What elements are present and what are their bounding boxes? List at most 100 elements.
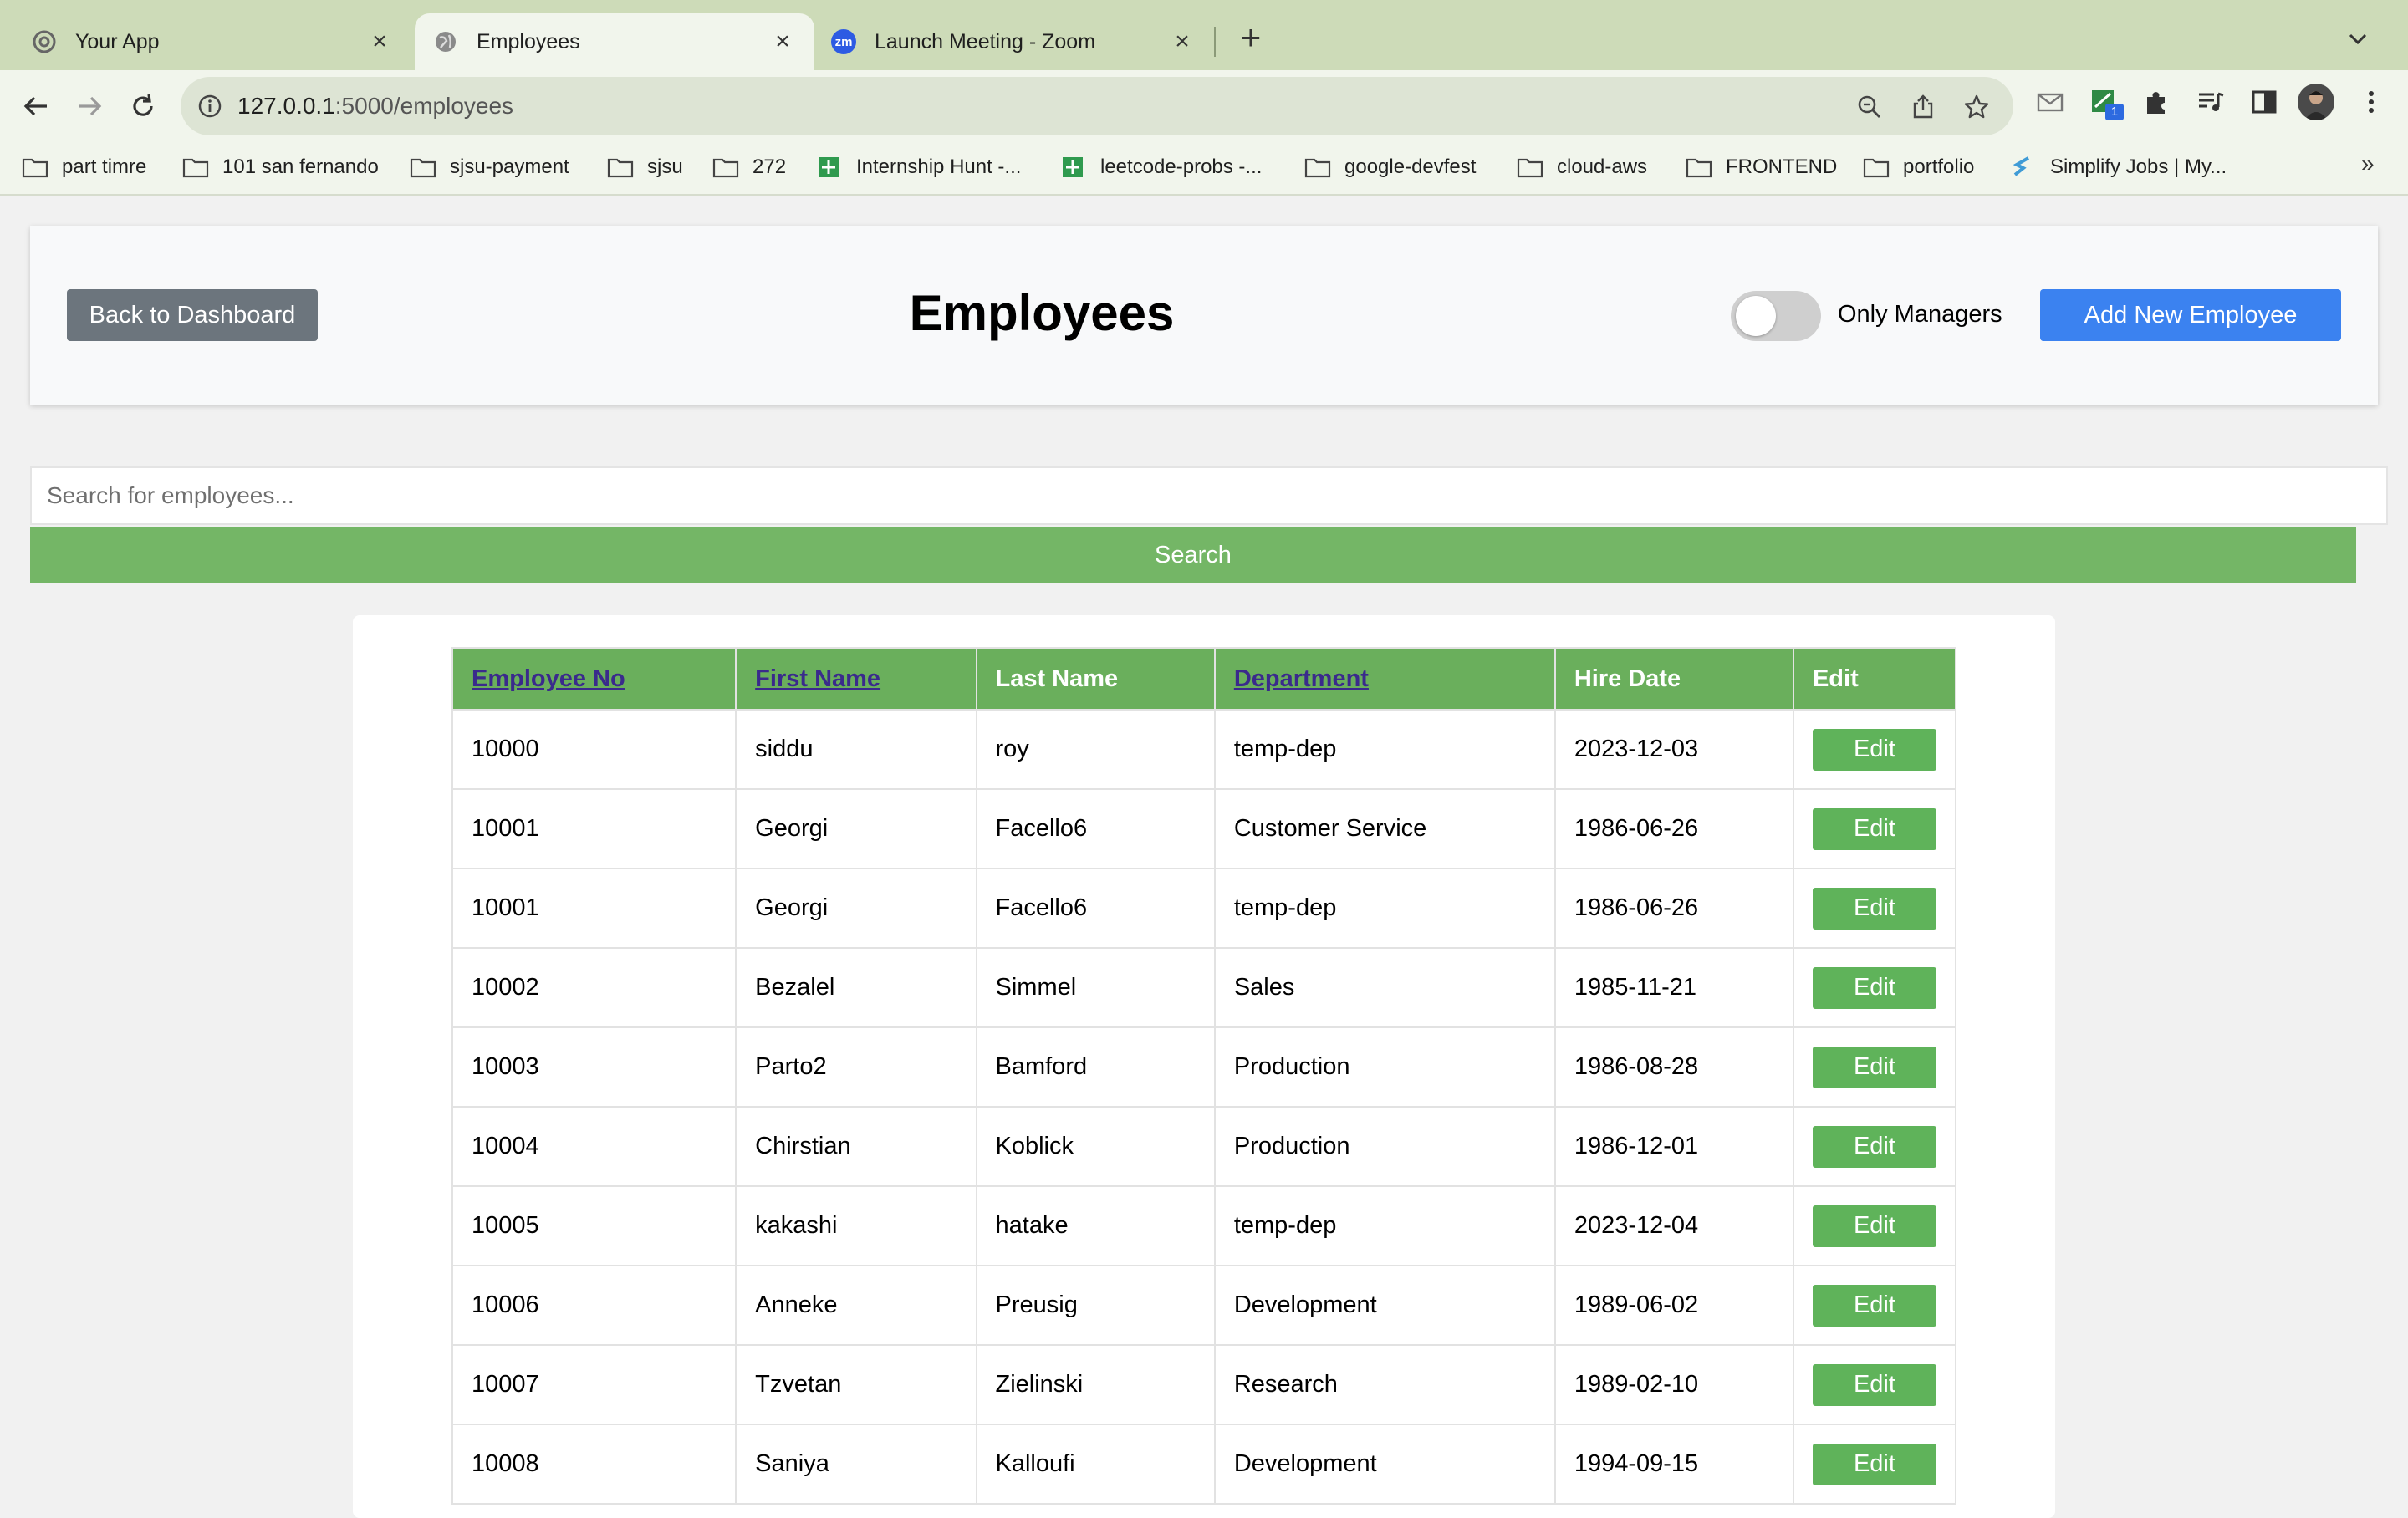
first-name-cell: Tzvetan xyxy=(735,1344,977,1425)
edit-button[interactable]: Edit xyxy=(1812,1363,1936,1406)
bookmark-sjsu[interactable]: sjsu xyxy=(607,152,683,182)
edit-button[interactable]: Edit xyxy=(1812,1046,1936,1088)
sheets-extension-icon[interactable]: 1 xyxy=(2089,87,2124,120)
bookmark-label: Internship Hunt -... xyxy=(856,155,1022,178)
media-playlist-icon[interactable] xyxy=(2196,87,2226,117)
url-text: 127.0.0.1:5000/employees xyxy=(237,93,513,120)
department-cell: temp-dep xyxy=(1213,1185,1556,1266)
edit-cell: Edit xyxy=(1792,788,1957,869)
hire-date-cell: 1986-12-01 xyxy=(1553,1106,1794,1187)
site-info-icon[interactable] xyxy=(197,94,222,119)
bookmark-cloud-aws[interactable]: cloud-aws xyxy=(1517,152,1647,182)
tab-your-app[interactable]: Your App × xyxy=(0,13,411,70)
folder-icon xyxy=(1304,158,1331,178)
zoom-magnifier-icon[interactable] xyxy=(1856,94,1883,120)
column-header-department[interactable]: Department xyxy=(1213,647,1556,711)
search-button[interactable]: Search xyxy=(30,527,2356,583)
bookmark-internship-hunt[interactable]: Internship Hunt -... xyxy=(816,152,1021,182)
back-arrow-icon[interactable] xyxy=(17,87,55,125)
edit-button[interactable]: Edit xyxy=(1812,887,1936,930)
bookmarks-overflow-chevron-icon[interactable]: » xyxy=(2361,150,2375,177)
profile-avatar[interactable] xyxy=(2298,84,2334,120)
hire-date-cell: 1986-06-26 xyxy=(1553,868,1794,949)
bookmark-272[interactable]: 272 xyxy=(712,152,786,182)
tab-title: Launch Meeting - Zoom xyxy=(875,29,1096,53)
first-name-cell: Chirstian xyxy=(735,1106,977,1187)
last-name-cell: Simmel xyxy=(975,947,1216,1028)
bookmark-simplify-jobs[interactable]: Simplify Jobs | My... xyxy=(2010,152,2227,182)
employee-no-cell: 10002 xyxy=(451,947,737,1028)
folder-icon xyxy=(410,158,436,178)
employee-no-cell: 10001 xyxy=(451,788,737,869)
address-bar[interactable]: 127.0.0.1:5000/employees xyxy=(181,77,2013,135)
sheets-icon xyxy=(819,157,839,177)
sort-link-first-name[interactable]: First Name xyxy=(755,665,880,692)
table-row: 10005 kakashi hatake temp-dep 2023-12-04 Edit xyxy=(451,1185,1957,1266)
edit-button[interactable]: Edit xyxy=(1812,807,1936,850)
bookmark-leetcode-probs[interactable]: leetcode-probs -... xyxy=(1060,152,1262,182)
last-name-cell: Koblick xyxy=(975,1106,1216,1187)
department-cell: Development xyxy=(1213,1424,1556,1505)
first-name-cell: Anneke xyxy=(735,1265,977,1346)
edit-button[interactable]: Edit xyxy=(1812,1443,1936,1485)
browser-tabstrip: Your App × Employees × zm Launch Meeting… xyxy=(0,0,2408,70)
edit-cell: Edit xyxy=(1792,868,1957,949)
last-name-cell: Zielinski xyxy=(975,1344,1216,1425)
bookmark-101-san-fernando[interactable]: 101 san fernando xyxy=(182,152,379,182)
column-header-first-name[interactable]: First Name xyxy=(735,647,977,711)
tab-zoom-meeting[interactable]: zm Launch Meeting - Zoom × xyxy=(814,13,1214,70)
page-title: Employees xyxy=(909,285,1175,341)
add-new-employee-button[interactable]: Add New Employee xyxy=(2040,289,2341,341)
bookmark-star-icon[interactable] xyxy=(1963,94,1990,120)
new-tab-icon[interactable]: + xyxy=(1234,20,1268,55)
back-to-dashboard-button[interactable]: Back to Dashboard xyxy=(67,289,318,341)
edit-button[interactable]: Edit xyxy=(1812,728,1936,771)
forward-arrow-icon[interactable] xyxy=(70,87,109,125)
tab-title: Employees xyxy=(477,29,580,53)
bookmark-frontend[interactable]: FRONTEND xyxy=(1686,152,1837,182)
employee-no-cell: 10004 xyxy=(451,1106,737,1187)
last-name-cell: Facello6 xyxy=(975,868,1216,949)
sheets-icon xyxy=(1063,157,1083,177)
globe-icon xyxy=(433,29,458,54)
column-header-employee-no[interactable]: Employee No xyxy=(451,647,737,711)
tab-search-chevron-icon[interactable] xyxy=(2343,23,2373,53)
close-tab-icon[interactable]: × xyxy=(1169,28,1196,55)
only-managers-label: Only Managers xyxy=(1838,301,2002,328)
share-icon[interactable] xyxy=(1910,94,1936,120)
search-input[interactable] xyxy=(30,466,2388,525)
first-name-cell: Parto2 xyxy=(735,1026,977,1108)
bookmark-label: portfolio xyxy=(1903,155,1975,178)
chrome-settings-icon xyxy=(32,29,57,54)
puzzle-extensions-icon[interactable] xyxy=(2142,87,2172,117)
last-name-cell: Kalloufi xyxy=(975,1424,1216,1505)
edit-button[interactable]: Edit xyxy=(1812,1125,1936,1168)
table-row: 10002 Bezalel Simmel Sales 1985-11-21 Edit xyxy=(451,947,1957,1028)
kebab-menu-icon[interactable] xyxy=(2356,87,2386,117)
only-managers-toggle[interactable] xyxy=(1731,291,1821,341)
close-tab-icon[interactable]: × xyxy=(769,28,796,55)
column-header-last-name: Last Name xyxy=(975,647,1216,711)
employees-table-body: 10000 siddu roy temp-dep 2023-12-03 Edit 10001… xyxy=(451,709,1957,1505)
tab-employees[interactable]: Employees × xyxy=(415,13,814,70)
edit-button[interactable]: Edit xyxy=(1812,966,1936,1009)
employee-no-cell: 10008 xyxy=(451,1424,737,1505)
first-name-cell: Saniya xyxy=(735,1424,977,1505)
reload-icon[interactable] xyxy=(124,87,162,125)
edit-button[interactable]: Edit xyxy=(1812,1284,1936,1327)
bookmark-google-devfest[interactable]: google-devfest xyxy=(1304,152,1476,182)
sort-link-department[interactable]: Department xyxy=(1234,665,1369,692)
zoom-badge: zm xyxy=(831,29,856,54)
employee-no-cell: 10005 xyxy=(451,1185,737,1266)
edit-button[interactable]: Edit xyxy=(1812,1205,1936,1247)
edit-cell: Edit xyxy=(1792,1106,1957,1187)
bookmark-sjsu-payment[interactable]: sjsu-payment xyxy=(410,152,569,182)
bookmark-part-timre[interactable]: part timre xyxy=(22,152,146,182)
mail-extension-icon[interactable] xyxy=(2035,87,2065,117)
folder-icon xyxy=(1863,158,1890,178)
side-panel-icon[interactable] xyxy=(2249,87,2279,117)
bookmark-portfolio[interactable]: portfolio xyxy=(1863,152,1974,182)
close-tab-icon[interactable]: × xyxy=(366,28,393,55)
hire-date-cell: 2023-12-04 xyxy=(1553,1185,1794,1266)
sort-link-employee-no[interactable]: Employee No xyxy=(472,665,625,692)
